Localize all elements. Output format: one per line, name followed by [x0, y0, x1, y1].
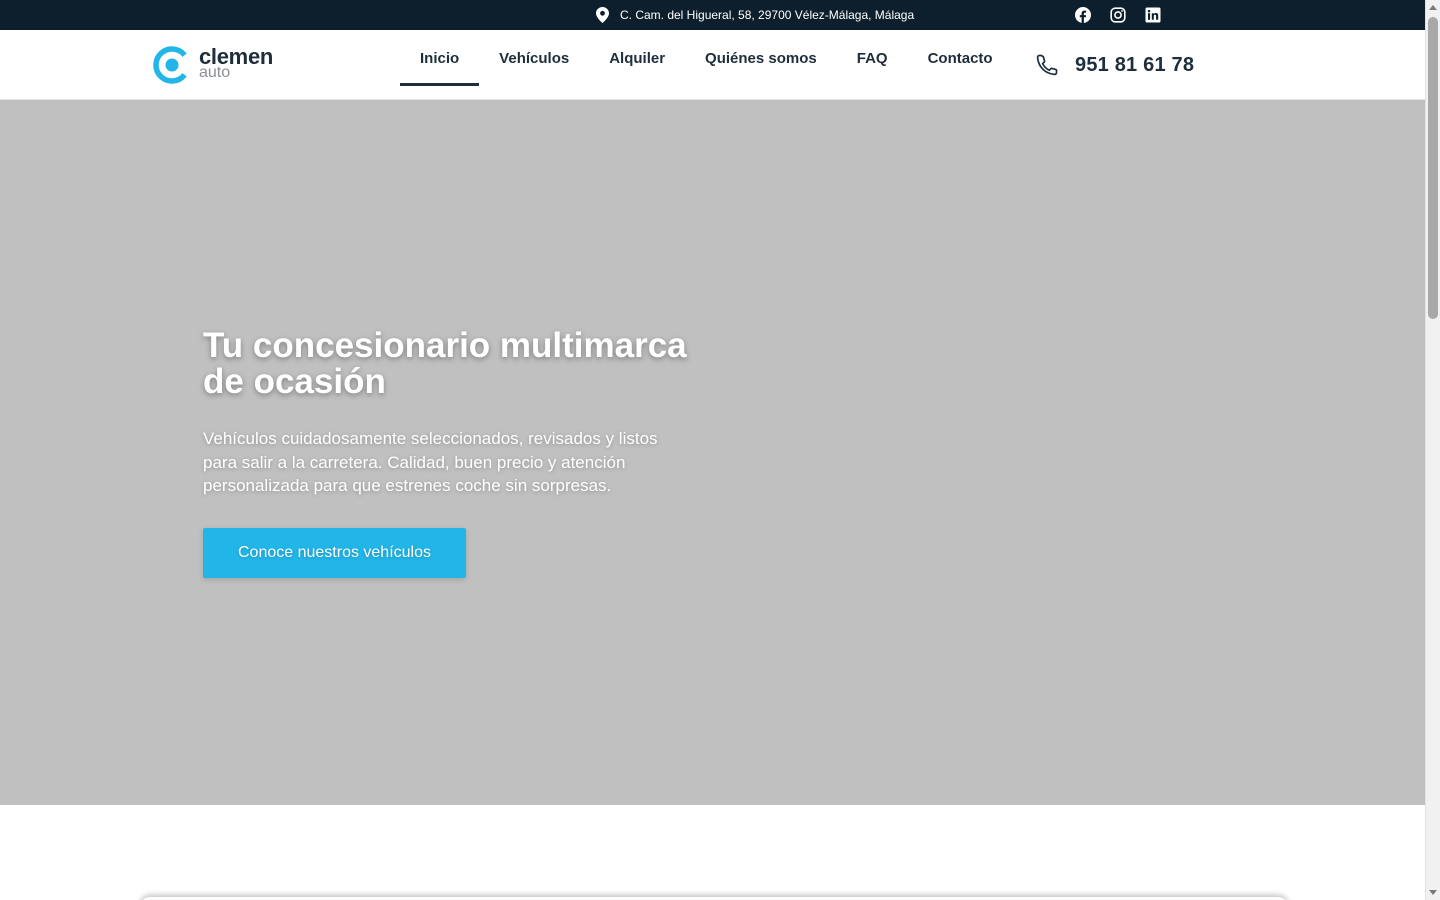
logo[interactable]: clemen auto — [153, 44, 278, 86]
site-header: clemen auto Inicio Vehículos Alquiler Qu… — [0, 30, 1425, 100]
nav-item-faq[interactable]: FAQ — [837, 30, 908, 86]
nav-item-contacto[interactable]: Contacto — [908, 30, 1013, 86]
logo-word-auto: auto — [199, 64, 231, 81]
scroll-up-arrow-icon[interactable] — [1429, 5, 1437, 10]
phone-number: 951 81 61 78 — [1075, 53, 1195, 76]
top-bar: C. Cam. del Higueral, 58, 29700 Vélez-Má… — [0, 0, 1425, 30]
logo-mark-icon — [153, 46, 187, 84]
nav-item-inicio[interactable]: Inicio — [400, 30, 480, 86]
address-text: C. Cam. del Higueral, 58, 29700 Vélez-Má… — [620, 8, 915, 22]
social-links — [1075, 7, 1161, 23]
map-pin-icon — [596, 7, 609, 23]
scrollbar[interactable] — [1425, 0, 1440, 900]
scroll-down-arrow-icon[interactable] — [1429, 890, 1437, 895]
hero-section: Tu concesionario multimarca de ocasión V… — [0, 100, 1425, 805]
nav-item-vehiculos[interactable]: Vehículos — [479, 30, 589, 86]
nav-item-alquiler[interactable]: Alquiler — [589, 30, 685, 86]
address: C. Cam. del Higueral, 58, 29700 Vélez-Má… — [596, 0, 914, 30]
phone-icon — [1035, 53, 1059, 77]
main-nav: Inicio Vehículos Alquiler Quiénes somos … — [400, 30, 1013, 100]
cta-button[interactable]: Conoce nuestros vehículos — [203, 528, 466, 578]
nav-item-quienes-somos[interactable]: Quiénes somos — [685, 30, 837, 86]
instagram-icon[interactable] — [1110, 7, 1126, 23]
facebook-icon[interactable] — [1075, 7, 1091, 23]
hero-title: Tu concesionario multimarca de ocasión — [203, 326, 687, 401]
linkedin-icon[interactable] — [1145, 7, 1161, 23]
hero-description: Vehículos cuidadosamente seleccionados, … — [203, 429, 658, 495]
phone-link[interactable]: 951 81 61 78 — [1035, 30, 1194, 100]
scrollbar-thumb[interactable] — [1428, 17, 1438, 319]
page: C. Cam. del Higueral, 58, 29700 Vélez-Má… — [0, 0, 1425, 900]
